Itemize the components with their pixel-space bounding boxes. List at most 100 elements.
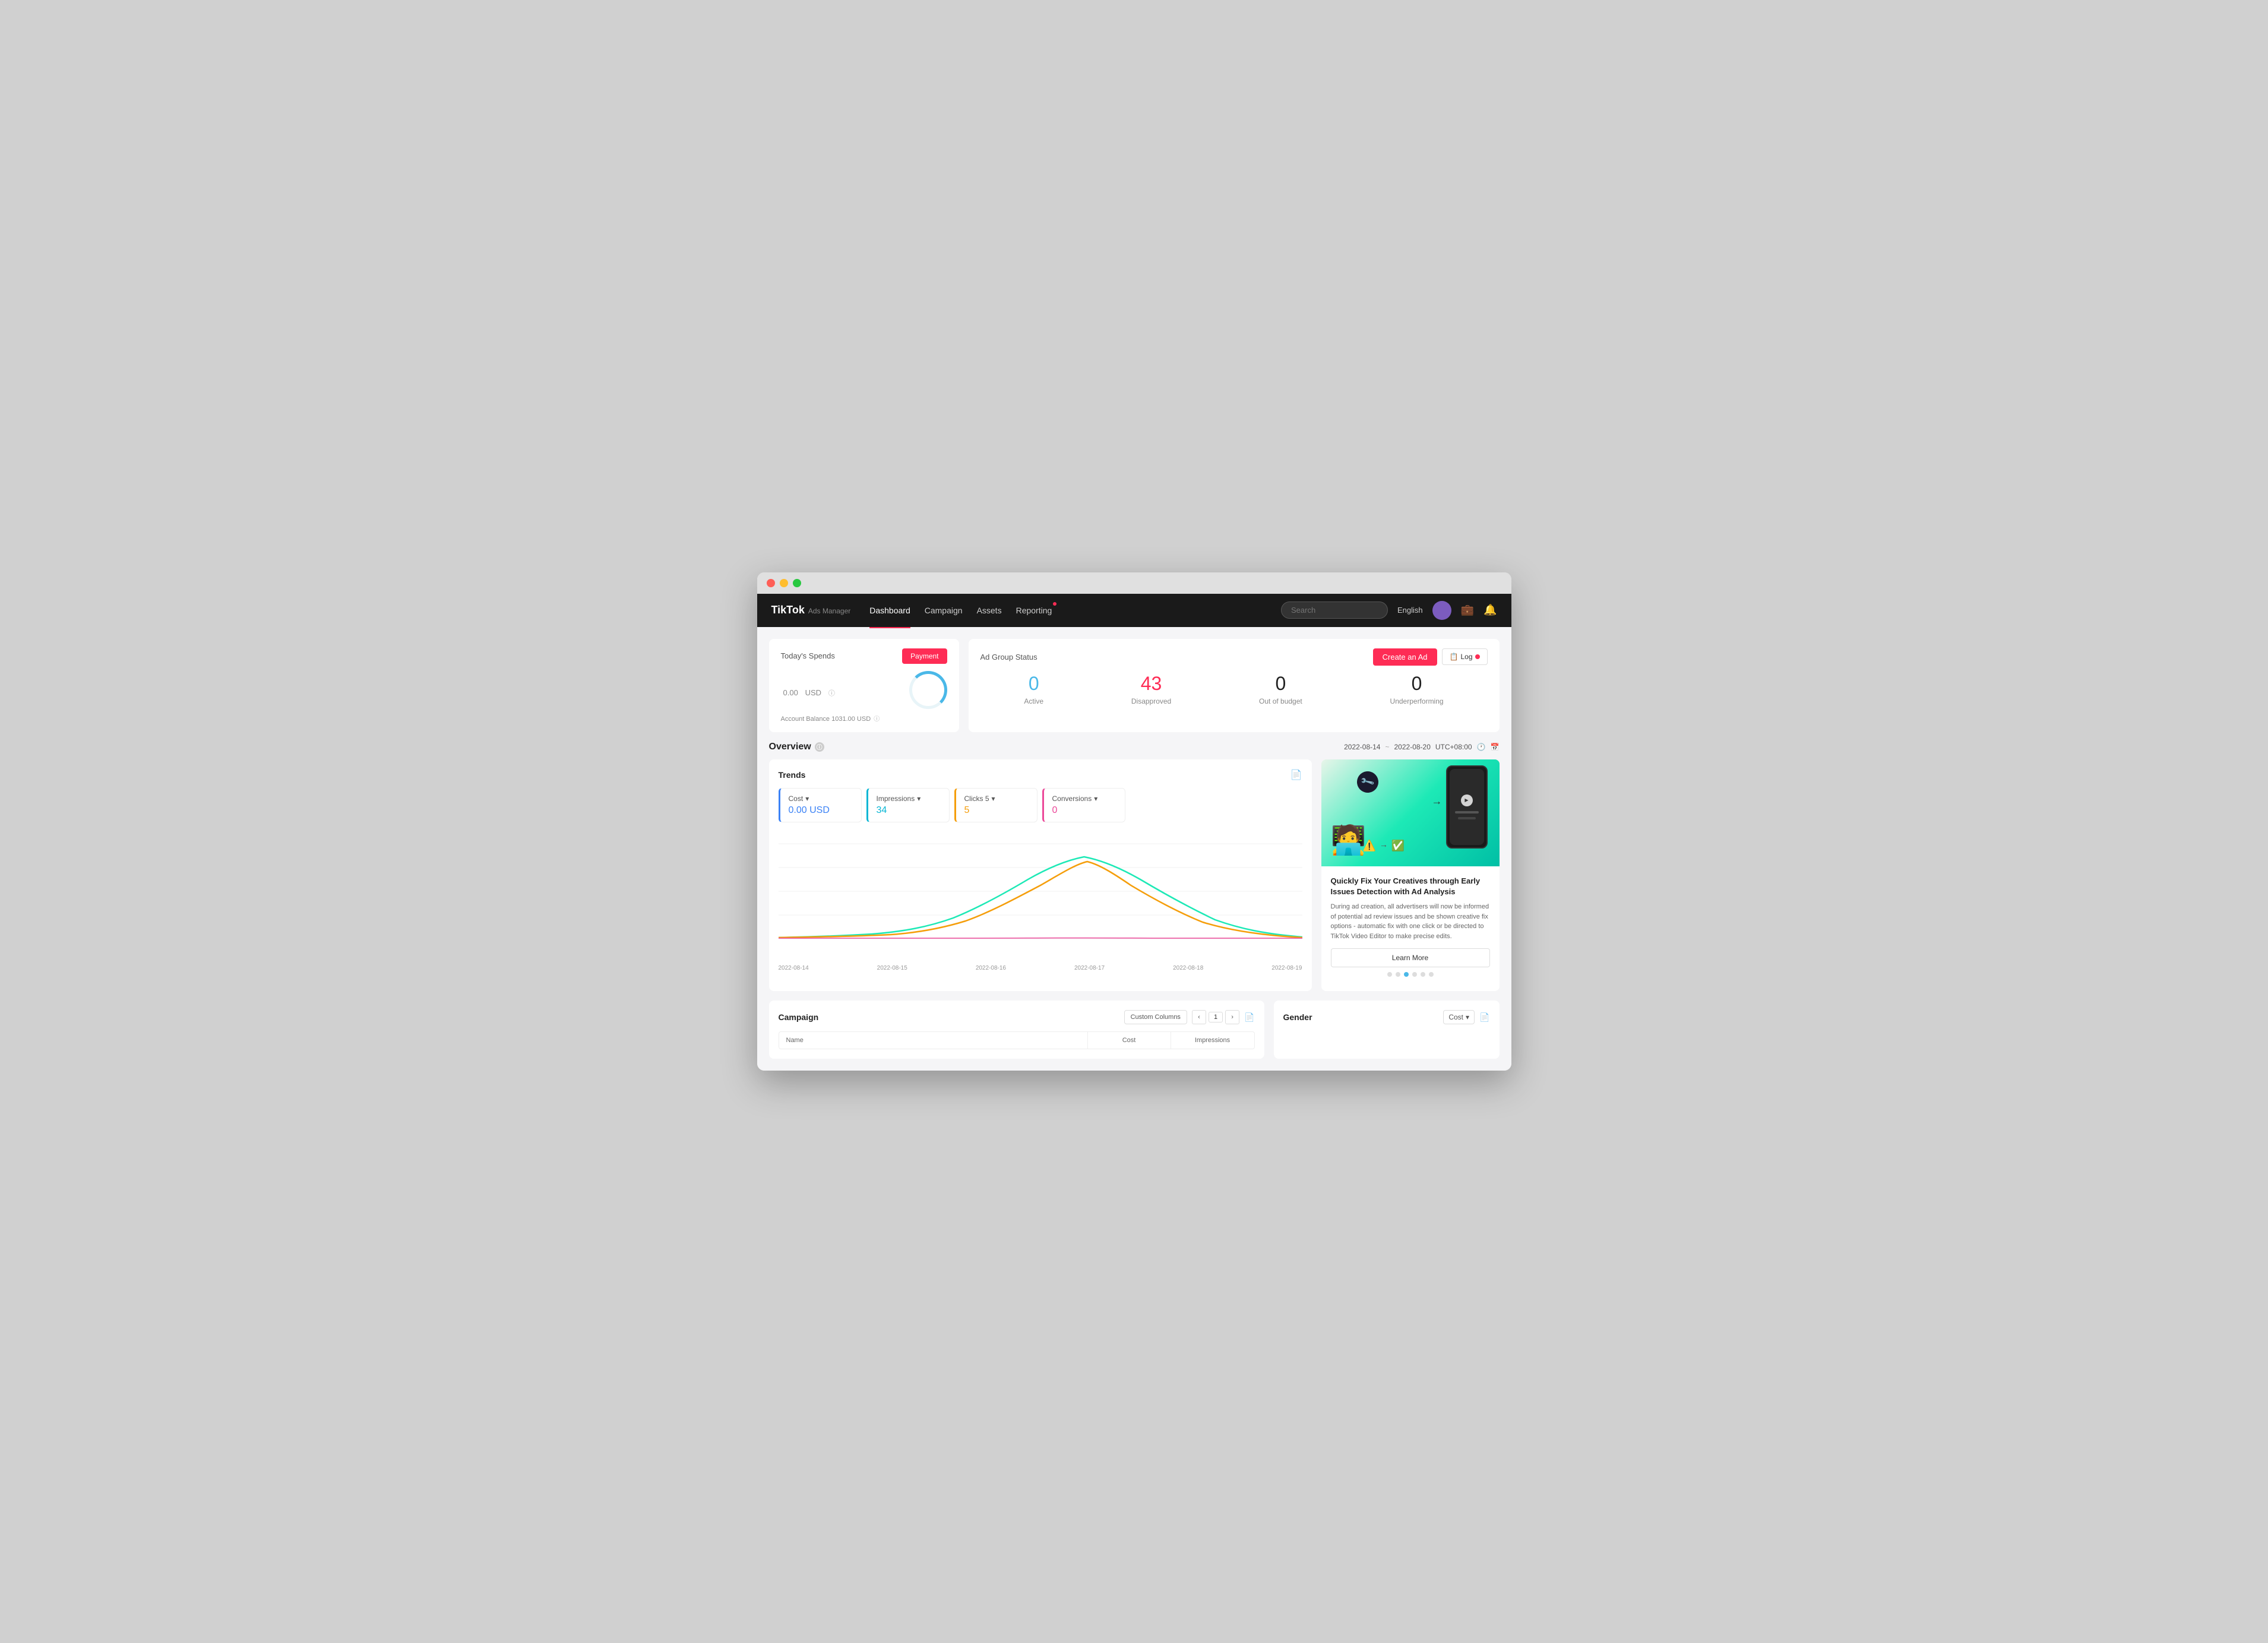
- stat-disapproved: 43 Disapproved: [1131, 673, 1171, 705]
- nav-assets[interactable]: Assets: [977, 603, 1002, 618]
- chart-label-3: 2022-08-16: [976, 965, 1006, 971]
- dot-2[interactable]: [1396, 972, 1400, 977]
- metric-impressions-value: 34: [877, 805, 941, 816]
- nav-reporting[interactable]: Reporting: [1016, 603, 1052, 618]
- chart-label-2: 2022-08-15: [877, 965, 907, 971]
- main-row: Trends 📄 Cost ▾ 0.00 USD: [769, 759, 1500, 991]
- page-number: 1: [1209, 1012, 1223, 1022]
- ad-group-actions: Create an Ad 📋 Log: [1373, 648, 1488, 666]
- campaign-header: Campaign Custom Columns ‹ 1 › 📄: [779, 1010, 1255, 1024]
- promo-title: Quickly Fix Your Creatives through Early…: [1331, 876, 1490, 897]
- chart-svg: [779, 832, 1302, 963]
- metric-conversions[interactable]: Conversions ▾ 0: [1042, 788, 1125, 822]
- next-page-button[interactable]: ›: [1225, 1010, 1239, 1024]
- dot-3[interactable]: [1404, 972, 1409, 977]
- maximize-btn[interactable]: [793, 579, 801, 587]
- info-icon-balance[interactable]: ⓘ: [874, 716, 880, 723]
- promo-card: 🧑‍💻 🔧 ▶ →: [1321, 759, 1500, 991]
- ad-group-status-card: Ad Group Status Create an Ad 📋 Log 0 Act…: [969, 639, 1500, 732]
- chevron-down-icon-gender: ▾: [1466, 1013, 1469, 1021]
- col-cost: Cost: [1088, 1032, 1171, 1049]
- account-balance: Account Balance 1031.00 USD ⓘ: [781, 714, 947, 723]
- chevron-down-icon-4: ▾: [1094, 794, 1097, 803]
- export-icon-gender[interactable]: 📄: [1479, 1012, 1489, 1022]
- minimize-btn[interactable]: [780, 579, 788, 587]
- spend-info: 0.00 USD ⓘ: [781, 680, 835, 699]
- search-input[interactable]: [1281, 602, 1388, 619]
- payment-button[interactable]: Payment: [902, 648, 947, 664]
- metric-cost[interactable]: Cost ▾ 0.00 USD: [779, 788, 862, 822]
- log-dot: [1475, 654, 1480, 659]
- titlebar: [757, 572, 1511, 594]
- ad-group-header: Ad Group Status Create an Ad 📋 Log: [980, 648, 1488, 666]
- dot-4[interactable]: [1412, 972, 1417, 977]
- download-icon[interactable]: 📄: [1290, 769, 1302, 781]
- date-tilde: ~: [1385, 743, 1389, 751]
- character-illustration: 🧑‍💻: [1331, 823, 1367, 857]
- overview-info-icon[interactable]: ⓘ: [815, 742, 824, 752]
- campaign-card: Campaign Custom Columns ‹ 1 › 📄 Name Cos…: [769, 1001, 1264, 1059]
- chevron-down-icon-3: ▾: [992, 794, 995, 803]
- language-selector[interactable]: English: [1397, 606, 1423, 615]
- close-btn[interactable]: [767, 579, 775, 587]
- col-name: Name: [779, 1032, 1088, 1049]
- bottom-row: Campaign Custom Columns ‹ 1 › 📄 Name Cos…: [769, 1001, 1500, 1059]
- stat-out-of-budget-label: Out of budget: [1259, 697, 1302, 705]
- date-start: 2022-08-14: [1344, 743, 1380, 751]
- log-button[interactable]: 📋 Log: [1442, 648, 1488, 665]
- arrow-icon: →: [1432, 795, 1443, 808]
- metric-impressions[interactable]: Impressions ▾ 34: [866, 788, 950, 822]
- nav-dashboard[interactable]: Dashboard: [869, 603, 910, 618]
- briefcase-icon[interactable]: 💼: [1461, 604, 1474, 616]
- create-ad-button[interactable]: Create an Ad: [1373, 648, 1437, 666]
- metric-clicks[interactable]: Clicks 5 ▾ 5: [954, 788, 1037, 822]
- prev-page-button[interactable]: ‹: [1192, 1010, 1206, 1024]
- chart-label-1: 2022-08-14: [779, 965, 809, 971]
- timezone: UTC+08:00: [1435, 743, 1472, 751]
- chevron-down-icon-2: ▾: [917, 794, 921, 803]
- export-icon[interactable]: 📄: [1244, 1012, 1254, 1022]
- dot-5[interactable]: [1421, 972, 1425, 977]
- chart-label-4: 2022-08-17: [1074, 965, 1105, 971]
- mac-window: TikTok Ads Manager Dashboard Campaign As…: [757, 572, 1511, 1071]
- col-impressions: Impressions: [1171, 1032, 1254, 1049]
- dot-1[interactable]: [1387, 972, 1392, 977]
- logo: TikTok Ads Manager: [771, 604, 851, 616]
- overview-section: Overview ⓘ 2022-08-14 ~ 2022-08-20 UTC+0…: [769, 742, 1500, 991]
- date-range[interactable]: 2022-08-14 ~ 2022-08-20 UTC+08:00 🕐 📅: [1344, 743, 1499, 751]
- stat-disapproved-label: Disapproved: [1131, 697, 1171, 705]
- calendar-icon[interactable]: 📅: [1491, 743, 1500, 751]
- nav-right: English 💼 🔔: [1281, 601, 1497, 620]
- custom-columns-button[interactable]: Custom Columns: [1124, 1010, 1187, 1024]
- ad-group-stats: 0 Active 43 Disapproved 0 Out of budget …: [980, 673, 1488, 705]
- today-spends-card: Today's Spends Payment 0.00 USD ⓘ Accoun…: [769, 639, 959, 732]
- metric-conversions-label: Conversions ▾: [1052, 794, 1116, 803]
- nav-campaign[interactable]: Campaign: [925, 603, 963, 618]
- trends-chart: [779, 832, 1302, 963]
- campaign-actions: Custom Columns ‹ 1 › 📄: [1124, 1010, 1255, 1024]
- chart-label-6: 2022-08-19: [1271, 965, 1302, 971]
- navigation: TikTok Ads Manager Dashboard Campaign As…: [757, 594, 1511, 627]
- info-icon-spend[interactable]: ⓘ: [828, 690, 835, 697]
- metric-conversions-value: 0: [1052, 805, 1116, 816]
- promo-card-body: Quickly Fix Your Creatives through Early…: [1321, 866, 1500, 991]
- promo-image: 🧑‍💻 🔧 ▶ →: [1321, 759, 1500, 866]
- today-spends-title: Today's Spends: [781, 651, 835, 660]
- campaign-title: Campaign: [779, 1012, 819, 1022]
- gender-card: Gender Cost ▾ 📄: [1274, 1001, 1500, 1059]
- cost-dropdown[interactable]: Cost ▾: [1443, 1010, 1475, 1024]
- check-icon: ✅: [1391, 840, 1405, 852]
- bell-icon[interactable]: 🔔: [1483, 604, 1497, 616]
- dot-6[interactable]: [1429, 972, 1434, 977]
- stat-active-label: Active: [1024, 697, 1043, 705]
- learn-more-button[interactable]: Learn More: [1331, 948, 1490, 967]
- stat-underperforming-label: Underperforming: [1390, 697, 1444, 705]
- chart-label-5: 2022-08-18: [1173, 965, 1203, 971]
- stat-out-of-budget: 0 Out of budget: [1259, 673, 1302, 705]
- logo-sub: Ads Manager: [808, 607, 850, 615]
- date-end: 2022-08-20: [1394, 743, 1431, 751]
- avatar[interactable]: [1432, 601, 1451, 620]
- phone-screen: ▶: [1450, 769, 1484, 845]
- chart-labels: 2022-08-14 2022-08-15 2022-08-16 2022-08…: [779, 963, 1302, 974]
- stat-out-of-budget-value: 0: [1259, 673, 1302, 695]
